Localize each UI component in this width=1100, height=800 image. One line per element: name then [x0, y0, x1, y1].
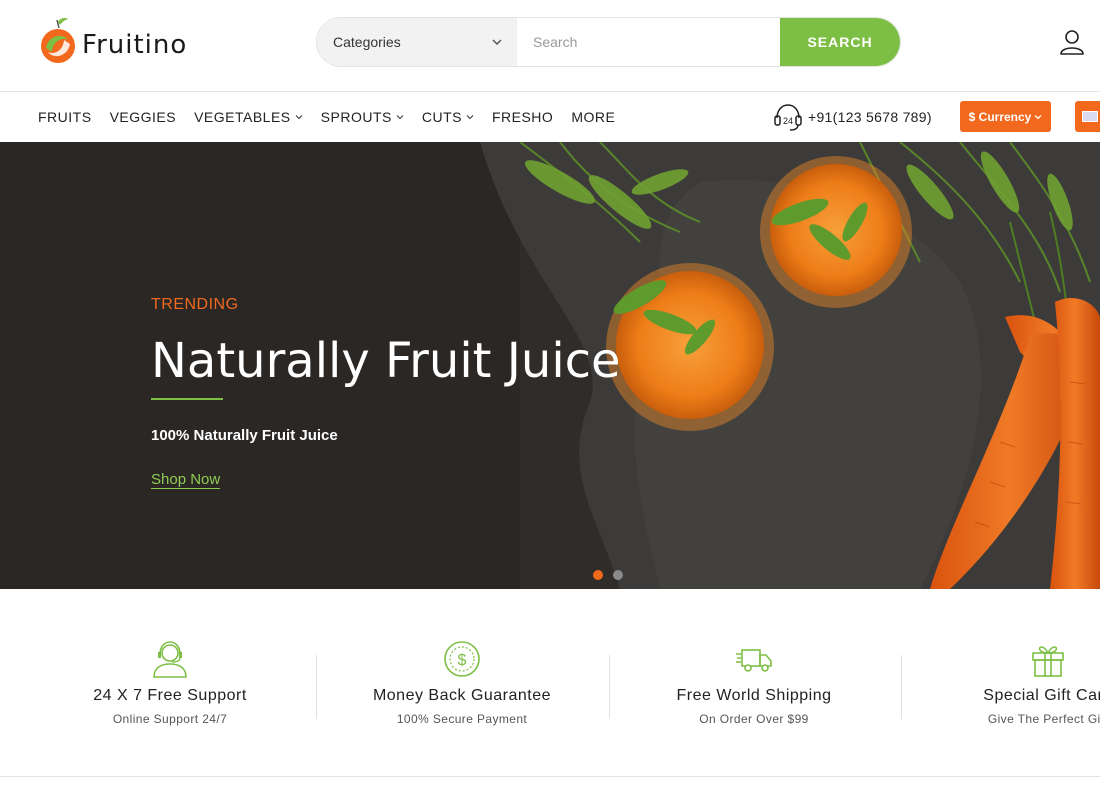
shop-now-link[interactable]: Shop Now	[151, 471, 221, 489]
slider-dots	[593, 570, 633, 580]
main-nav: FRUITS VEGGIES VEGETABLES SPROUTS CUTS F…	[0, 92, 1100, 142]
support-agent-icon	[153, 641, 187, 678]
chevron-down-icon	[492, 39, 502, 46]
currency-dropdown[interactable]: $ Currency	[960, 101, 1051, 132]
support-badge-text: 24	[783, 116, 793, 126]
feature-gift-card: Special Gift Card Give The Perfect Gift	[902, 639, 1100, 726]
hero-underline	[151, 398, 223, 400]
feature-subtitle: 100% Secure Payment	[396, 712, 528, 726]
hero-banner: TRENDING Naturally Fruit Juice 100% Natu…	[0, 142, 1100, 589]
hero-subtitle: 100% Naturally Fruit Juice	[151, 427, 338, 444]
slider-dot[interactable]	[593, 570, 603, 580]
feature-subtitle: Give The Perfect Gift	[987, 712, 1100, 726]
nav-item-label: VEGETABLES	[194, 109, 291, 125]
chevron-down-icon	[1034, 114, 1042, 119]
nav-item-label: FRESHO	[491, 109, 554, 125]
feature-title: 24 X 7 Free Support	[93, 687, 247, 704]
search-bar: Categories SEARCH	[316, 17, 901, 67]
logo[interactable]: Fruitino	[38, 16, 187, 66]
feature-support: 24 X 7 Free Support Online Support 24/7	[24, 639, 316, 726]
feature-shipping: Free World Shipping On Order Over $99	[608, 639, 900, 726]
site-header: Fruitino Categories SEARCH	[0, 0, 1100, 92]
slider-dot[interactable]	[613, 570, 623, 580]
category-select[interactable]: Categories	[317, 18, 517, 66]
phone-number: +91(123 5678 789)	[808, 109, 932, 125]
search-input[interactable]	[517, 18, 780, 66]
flag-icon	[1082, 111, 1098, 122]
user-account-icon[interactable]	[1058, 28, 1086, 56]
nav-item-sprouts[interactable]: SPROUTS	[321, 109, 404, 125]
hero-tag: TRENDING	[151, 296, 239, 313]
features-strip: 24 X 7 Free Support Online Support 24/7 …	[0, 589, 1100, 777]
nav-item-cuts[interactable]: CUTS	[422, 109, 474, 125]
feature-title: Free World Shipping	[676, 687, 832, 704]
hero-title: Naturally Fruit Juice	[151, 333, 621, 389]
language-dropdown[interactable]	[1075, 101, 1100, 132]
feature-money-back: $ Money Back Guarantee 100% Secure Payme…	[316, 639, 608, 726]
headset-support-icon: 24	[774, 104, 802, 131]
nav-item-fresho[interactable]: FRESHO	[492, 109, 553, 125]
brand-name: Fruitino	[82, 30, 188, 60]
delivery-truck-icon	[736, 649, 772, 672]
nav-item-veggies[interactable]: VEGGIES	[110, 109, 177, 125]
nav-item-label: VEGGIES	[109, 109, 177, 125]
chevron-down-icon	[295, 115, 303, 120]
nav-item-label: MORE	[571, 109, 616, 125]
nav-item-more[interactable]: MORE	[571, 109, 615, 125]
feature-subtitle: On Order Over $99	[699, 712, 809, 726]
nav-item-label: FRUITS	[38, 109, 92, 125]
chevron-down-icon	[466, 115, 474, 120]
search-button[interactable]: SEARCH	[780, 18, 900, 66]
feature-title: Money Back Guarantee	[372, 687, 552, 704]
nav-item-label: SPROUTS	[320, 109, 392, 125]
category-select-label: Categories	[333, 34, 401, 50]
nav-item-vegetables[interactable]: VEGETABLES	[194, 109, 303, 125]
fruit-logo-icon	[41, 18, 75, 63]
nav-item-label: CUTS	[421, 109, 462, 125]
gift-icon	[1032, 646, 1064, 677]
chevron-down-icon	[396, 115, 404, 120]
support-phone[interactable]: 24 +91(123 5678 789)	[772, 100, 932, 134]
dollar-coin-icon: $	[444, 641, 480, 677]
nav-menu: FRUITS VEGGIES VEGETABLES SPROUTS CUTS F…	[38, 92, 633, 142]
currency-label: $ Currency	[968, 109, 1032, 124]
nav-item-fruits[interactable]: FRUITS	[38, 109, 92, 125]
feature-title: Special Gift Card	[983, 687, 1100, 704]
svg-text:$: $	[458, 652, 467, 669]
feature-subtitle: Online Support 24/7	[112, 712, 228, 726]
